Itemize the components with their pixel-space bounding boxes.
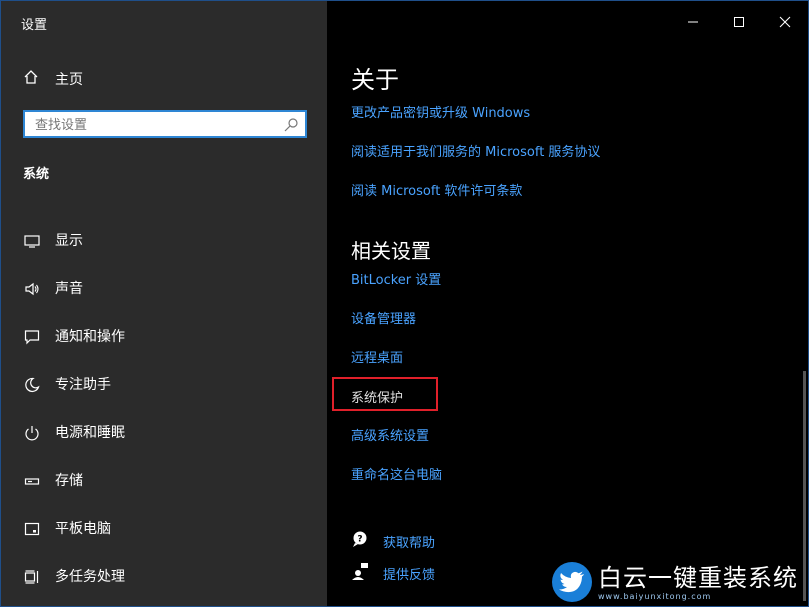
- maximize-icon: [733, 13, 745, 32]
- advanced-system-settings-link[interactable]: 高级系统设置: [351, 425, 429, 444]
- close-icon: [779, 13, 791, 32]
- remote-desktop-link[interactable]: 远程桌面: [351, 347, 403, 366]
- sidebar-item-focus-assist[interactable]: 专注助手: [23, 361, 125, 409]
- tablet-icon: [23, 520, 41, 538]
- sidebar-item-storage[interactable]: 存储: [23, 457, 125, 505]
- window-title: 设置: [21, 18, 48, 33]
- multitask-icon: [23, 568, 41, 586]
- settings-window: 设置 主页 系统 显示 声音 通知和操作: [0, 0, 809, 607]
- sidebar-item-label: 多任务处理: [55, 569, 125, 585]
- bitlocker-settings-link[interactable]: BitLocker 设置: [351, 269, 441, 288]
- speaker-icon: [23, 280, 41, 298]
- rename-pc-link[interactable]: 重命名这台电脑: [351, 464, 442, 483]
- svg-text:?: ?: [357, 535, 362, 545]
- main-content: 关于 更改产品密钥或升级 Windows 阅读适用于我们服务的 Microsof…: [327, 1, 808, 606]
- sidebar-item-label: 存储: [55, 473, 83, 489]
- sidebar-item-home[interactable]: 主页: [23, 67, 83, 91]
- license-terms-link[interactable]: 阅读 Microsoft 软件许可条款: [351, 180, 522, 199]
- system-protection-link[interactable]: 系统保护: [351, 387, 403, 406]
- sidebar: 设置 主页 系统 显示 声音 通知和操作: [1, 1, 327, 606]
- help-chat-icon: ?: [351, 530, 369, 552]
- search-icon[interactable]: [283, 117, 299, 133]
- power-icon: [23, 424, 41, 442]
- scrollbar[interactable]: [803, 371, 806, 601]
- about-heading: 关于: [351, 66, 399, 94]
- minimize-icon: [687, 13, 699, 32]
- bird-logo-icon: [552, 562, 592, 602]
- sidebar-item-label: 声音: [55, 281, 83, 297]
- search-input[interactable]: [33, 115, 277, 135]
- related-settings-heading: 相关设置: [351, 239, 431, 263]
- get-help-label: 获取帮助: [383, 535, 436, 551]
- sidebar-item-display[interactable]: 显示: [23, 217, 125, 265]
- sidebar-item-notifications[interactable]: 通知和操作: [23, 313, 125, 361]
- sidebar-item-multitasking[interactable]: 多任务处理: [23, 553, 125, 601]
- sidebar-item-tablet[interactable]: 平板电脑: [23, 505, 125, 553]
- sidebar-nav: 显示 声音 通知和操作 专注助手 电源和睡眠 存储 平板电脑 多任务处理: [23, 217, 125, 601]
- monitor-icon: [23, 232, 41, 250]
- services-agreement-link[interactable]: 阅读适用于我们服务的 Microsoft 服务协议: [351, 141, 600, 160]
- sidebar-item-label: 主页: [55, 72, 83, 88]
- give-feedback-link[interactable]: 提供反馈: [351, 562, 435, 584]
- sidebar-item-label: 平板电脑: [55, 521, 111, 537]
- change-product-key-link[interactable]: 更改产品密钥或升级 Windows: [351, 102, 530, 121]
- give-feedback-label: 提供反馈: [383, 567, 436, 583]
- device-manager-link[interactable]: 设备管理器: [351, 308, 416, 327]
- feedback-icon: [351, 562, 369, 584]
- watermark-url: www.baiyunxitong.com: [598, 591, 712, 601]
- sidebar-item-label: 通知和操作: [55, 329, 125, 345]
- watermark: 白云一键重装系统 www.baiyunxitong.com: [552, 560, 802, 604]
- search-box[interactable]: [23, 110, 307, 138]
- maximize-button[interactable]: [716, 1, 762, 43]
- home-icon: [23, 69, 39, 89]
- window-controls: [670, 1, 808, 43]
- sidebar-item-power[interactable]: 电源和睡眠: [23, 409, 125, 457]
- close-button[interactable]: [762, 1, 808, 43]
- sidebar-item-label: 电源和睡眠: [55, 425, 125, 441]
- minimize-button[interactable]: [670, 1, 716, 43]
- section-label: 系统: [23, 167, 50, 182]
- moon-icon: [23, 376, 41, 394]
- notification-icon: [23, 328, 41, 346]
- watermark-text: 白云一键重装系统: [598, 563, 798, 592]
- sidebar-item-label: 显示: [55, 233, 83, 249]
- sidebar-item-sound[interactable]: 声音: [23, 265, 125, 313]
- storage-icon: [23, 472, 41, 490]
- get-help-link[interactable]: ? 获取帮助: [351, 530, 435, 552]
- sidebar-item-label: 专注助手: [55, 377, 111, 393]
